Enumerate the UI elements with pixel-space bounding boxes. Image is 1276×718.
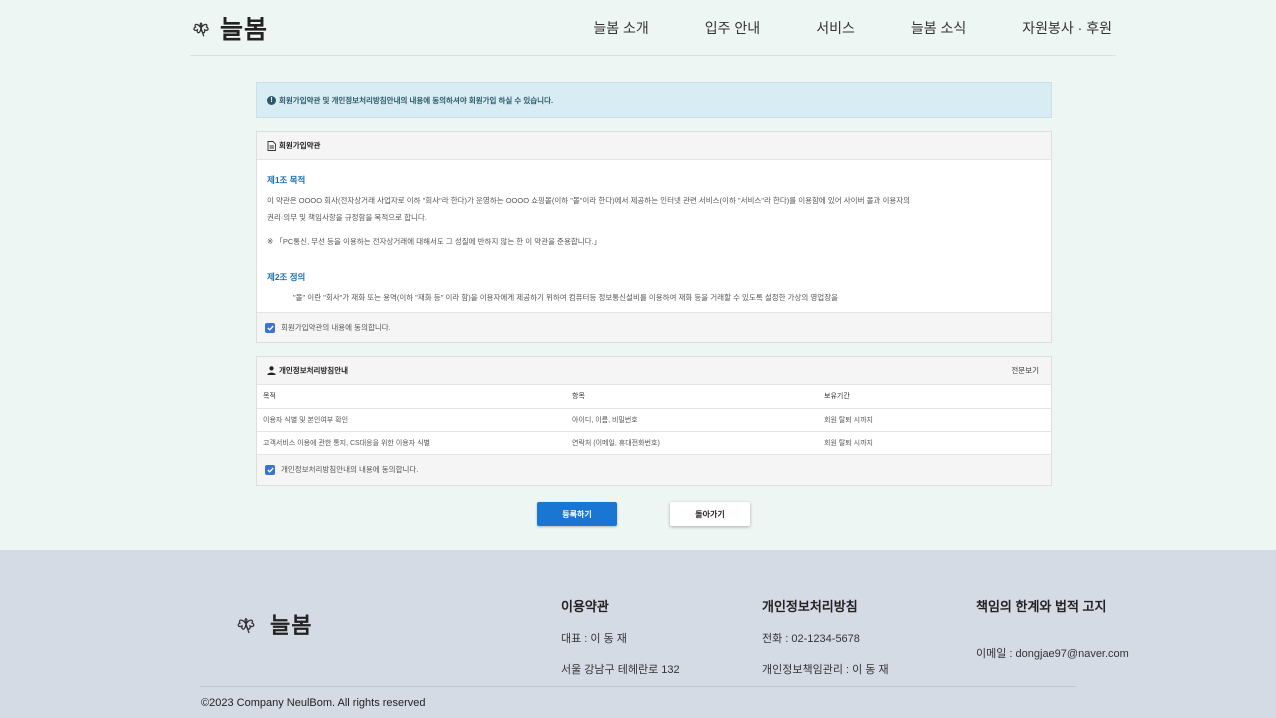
footer-email: 이메일 : dongjae97@naver.com — [976, 648, 1129, 660]
footer-col-terms: 이용약관 대표 : 이 동 재 서울 강남구 테헤란로 132 — [561, 596, 680, 676]
check-icon — [266, 325, 274, 331]
info-icon: ! — [267, 95, 276, 105]
table-cell: 회원 탈퇴 시까지 — [818, 431, 1051, 455]
footer-divider — [200, 686, 1076, 687]
nav-item-about[interactable]: 늘봄 소개 — [593, 18, 648, 38]
col-header-purpose: 목적 — [257, 385, 566, 409]
table-cell: 회원 탈퇴 시까지 — [818, 408, 1051, 432]
footer-phone: 전화 : 02-1234-5678 — [762, 633, 860, 645]
privacy-agree-checkbox[interactable] — [265, 464, 275, 475]
footer-privacy-title[interactable]: 개인정보처리방침 — [762, 596, 858, 615]
footer-ceo: 대표 : 이 동 재 — [561, 633, 627, 645]
terms-agree-checkbox[interactable] — [265, 322, 275, 333]
privacy-panel-header: 개인정보처리방침안내 전문보기 — [257, 357, 1051, 385]
footer-privacy-manager: 개인정보책임관리 : 이 동 재 — [762, 664, 889, 676]
user-icon — [267, 366, 276, 375]
notice-text: 회원가입약관 및 개인정보처리방침안내의 내용에 동의하셔야 회원가입 하실 수… — [279, 95, 554, 105]
logo[interactable]: 늘봄 — [190, 10, 268, 46]
article-1-title: 제1조 목적 — [267, 175, 306, 185]
footer-logo[interactable]: 늘봄 — [234, 608, 312, 640]
terms-agree-label: 회원가입약관의 내용에 동의합니다. — [281, 323, 391, 332]
table-cell: 아이디, 이름, 비밀번호 — [566, 408, 818, 432]
table-row: 이용자 식별 및 본인여부 확인 아이디, 이름, 비밀번호 회원 탈퇴 시까지 — [257, 408, 1051, 432]
footer-col-legal: 책임의 한계와 법적 고지 이메일 : dongjae97@naver.com — [976, 596, 1129, 660]
nav-item-services[interactable]: 서비스 — [816, 18, 855, 38]
footer-terms-title[interactable]: 이용약관 — [561, 596, 609, 615]
terms-panel: 회원가입약관 제1조 목적 이 약관은 OOOO 회사(전자상거래 사업자로 이… — [256, 131, 1052, 343]
table-cell: 고객서비스 이용에 관한 통지, CS대응을 위한 이용자 식별 — [257, 431, 566, 455]
document-icon — [267, 140, 276, 151]
table-cell: 이용자 식별 및 본인여부 확인 — [257, 408, 566, 432]
clover-icon — [237, 618, 255, 634]
privacy-agree-label: 개인정보처리방침안내의 내용에 동의합니다. — [281, 465, 419, 474]
footer-copyright: ©2023 Company NeulBom. All rights reserv… — [201, 697, 426, 709]
article-1-note: ※ 「PC통신, 무선 등을 이용하는 전자상거래에 대해서도 그 성질에 반하… — [267, 237, 602, 246]
col-header-retention: 보유기간 — [818, 385, 1051, 409]
check-icon — [266, 467, 274, 473]
site-header: 늘봄 늘봄 소개 입주 안내 서비스 늘봄 소식 자원봉사 · 후원 — [190, 0, 1116, 56]
article-1-line2: 권리·의무 및 책임사항을 규정함을 목적으로 합니다. — [267, 213, 427, 222]
privacy-panel: 개인정보처리방침안내 전문보기 목적 항목 보유기간 이용자 식별 및 본인여부… — [256, 356, 1052, 486]
table-header-row: 목적 항목 보유기간 — [257, 385, 1051, 409]
footer-col-privacy: 개인정보처리방침 전화 : 02-1234-5678 개인정보책임관리 : 이 … — [762, 596, 889, 676]
main-nav: 늘봄 소개 입주 안내 서비스 늘봄 소식 자원봉사 · 후원 — [537, 0, 1112, 56]
agreement-notice: ! 회원가입약관 및 개인정보처리방침안내의 내용에 동의하셔야 회원가입 하실… — [256, 82, 1052, 118]
terms-panel-header: 회원가입약관 — [257, 132, 1051, 160]
footer-address: 서울 강남구 테헤란로 132 — [561, 664, 680, 676]
col-header-items: 항목 — [566, 385, 818, 409]
terms-agree-row[interactable]: 회원가입약관의 내용에 동의합니다. — [257, 312, 1051, 342]
nav-item-volunteer[interactable]: 자원봉사 · 후원 — [1022, 18, 1112, 38]
article-1-text: 이 약관은 OOOO 회사(전자상거래 사업자로 이하 "회사"라 한다)가 운… — [267, 192, 1039, 226]
article-1-line1: 이 약관은 OOOO 회사(전자상거래 사업자로 이하 "회사"라 한다)가 운… — [267, 196, 911, 205]
terms-content[interactable]: 제1조 목적 이 약관은 OOOO 회사(전자상거래 사업자로 이하 "회사"라… — [257, 160, 1051, 312]
table-cell: 연락처 (이메일, 휴대전화번호) — [566, 431, 818, 455]
article-2-title: 제2조 정의 — [267, 272, 306, 282]
privacy-title: 개인정보처리방침안내 — [279, 366, 348, 375]
privacy-agree-row[interactable]: 개인정보처리방침안내의 내용에 동의합니다. — [257, 454, 1051, 485]
footer-logo-text: 늘봄 — [270, 613, 313, 638]
table-row: 고객서비스 이용에 관한 통지, CS대응을 위한 이용자 식별 연락처 (이메… — [257, 431, 1051, 455]
article-2-text: "몰" 이란 "회사"가 재화 또는 용역(이하 "재화 등" 이라 함)을 이… — [293, 293, 838, 302]
nav-item-admission[interactable]: 입주 안내 — [705, 18, 760, 38]
view-all-link[interactable]: 전문보기 — [1011, 365, 1039, 376]
terms-title: 회원가입약관 — [279, 141, 321, 150]
footer-legal-title[interactable]: 책임의 한계와 법적 고지 — [976, 596, 1106, 615]
privacy-table: 목적 항목 보유기간 이용자 식별 및 본인여부 확인 아이디, 이름, 비밀번… — [257, 385, 1051, 455]
back-button[interactable]: 돌아가기 — [670, 502, 750, 526]
site-footer: 늘봄 이용약관 대표 : 이 동 재 서울 강남구 테헤란로 132 개인정보처… — [0, 550, 1276, 718]
logo-text: 늘봄 — [220, 15, 269, 44]
clover-icon — [193, 22, 209, 36]
nav-item-news[interactable]: 늘봄 소식 — [911, 18, 966, 38]
register-button[interactable]: 등록하기 — [537, 502, 617, 526]
